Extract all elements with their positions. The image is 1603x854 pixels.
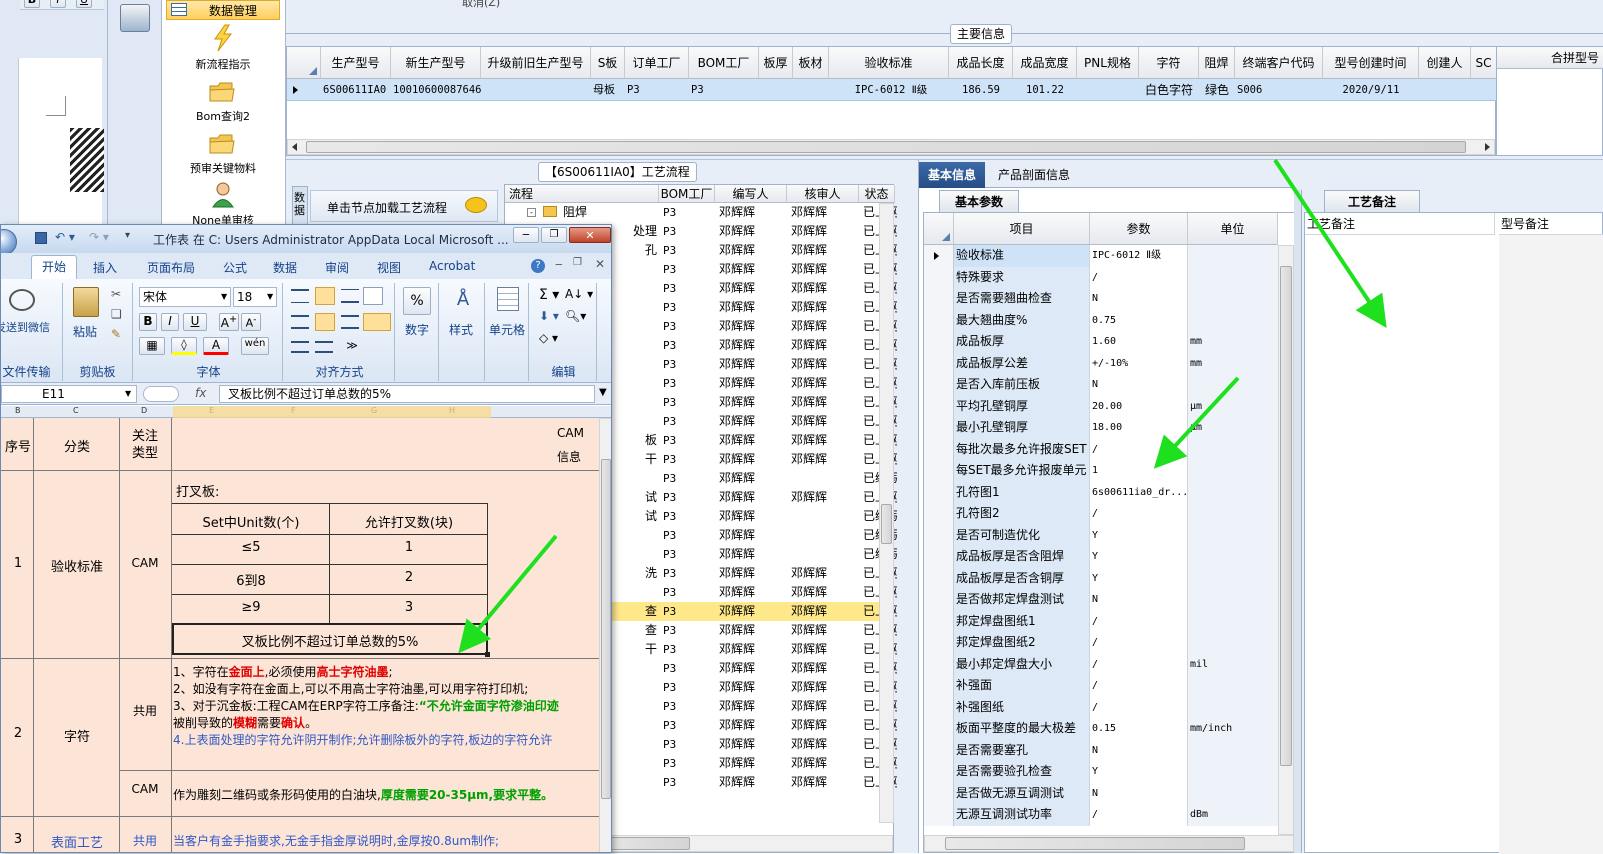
green-arrow-icon xyxy=(1153,376,1240,469)
annotation-arrows xyxy=(458,158,1387,654)
green-arrow-icon xyxy=(458,534,558,654)
green-arrow-icon xyxy=(1273,158,1387,328)
